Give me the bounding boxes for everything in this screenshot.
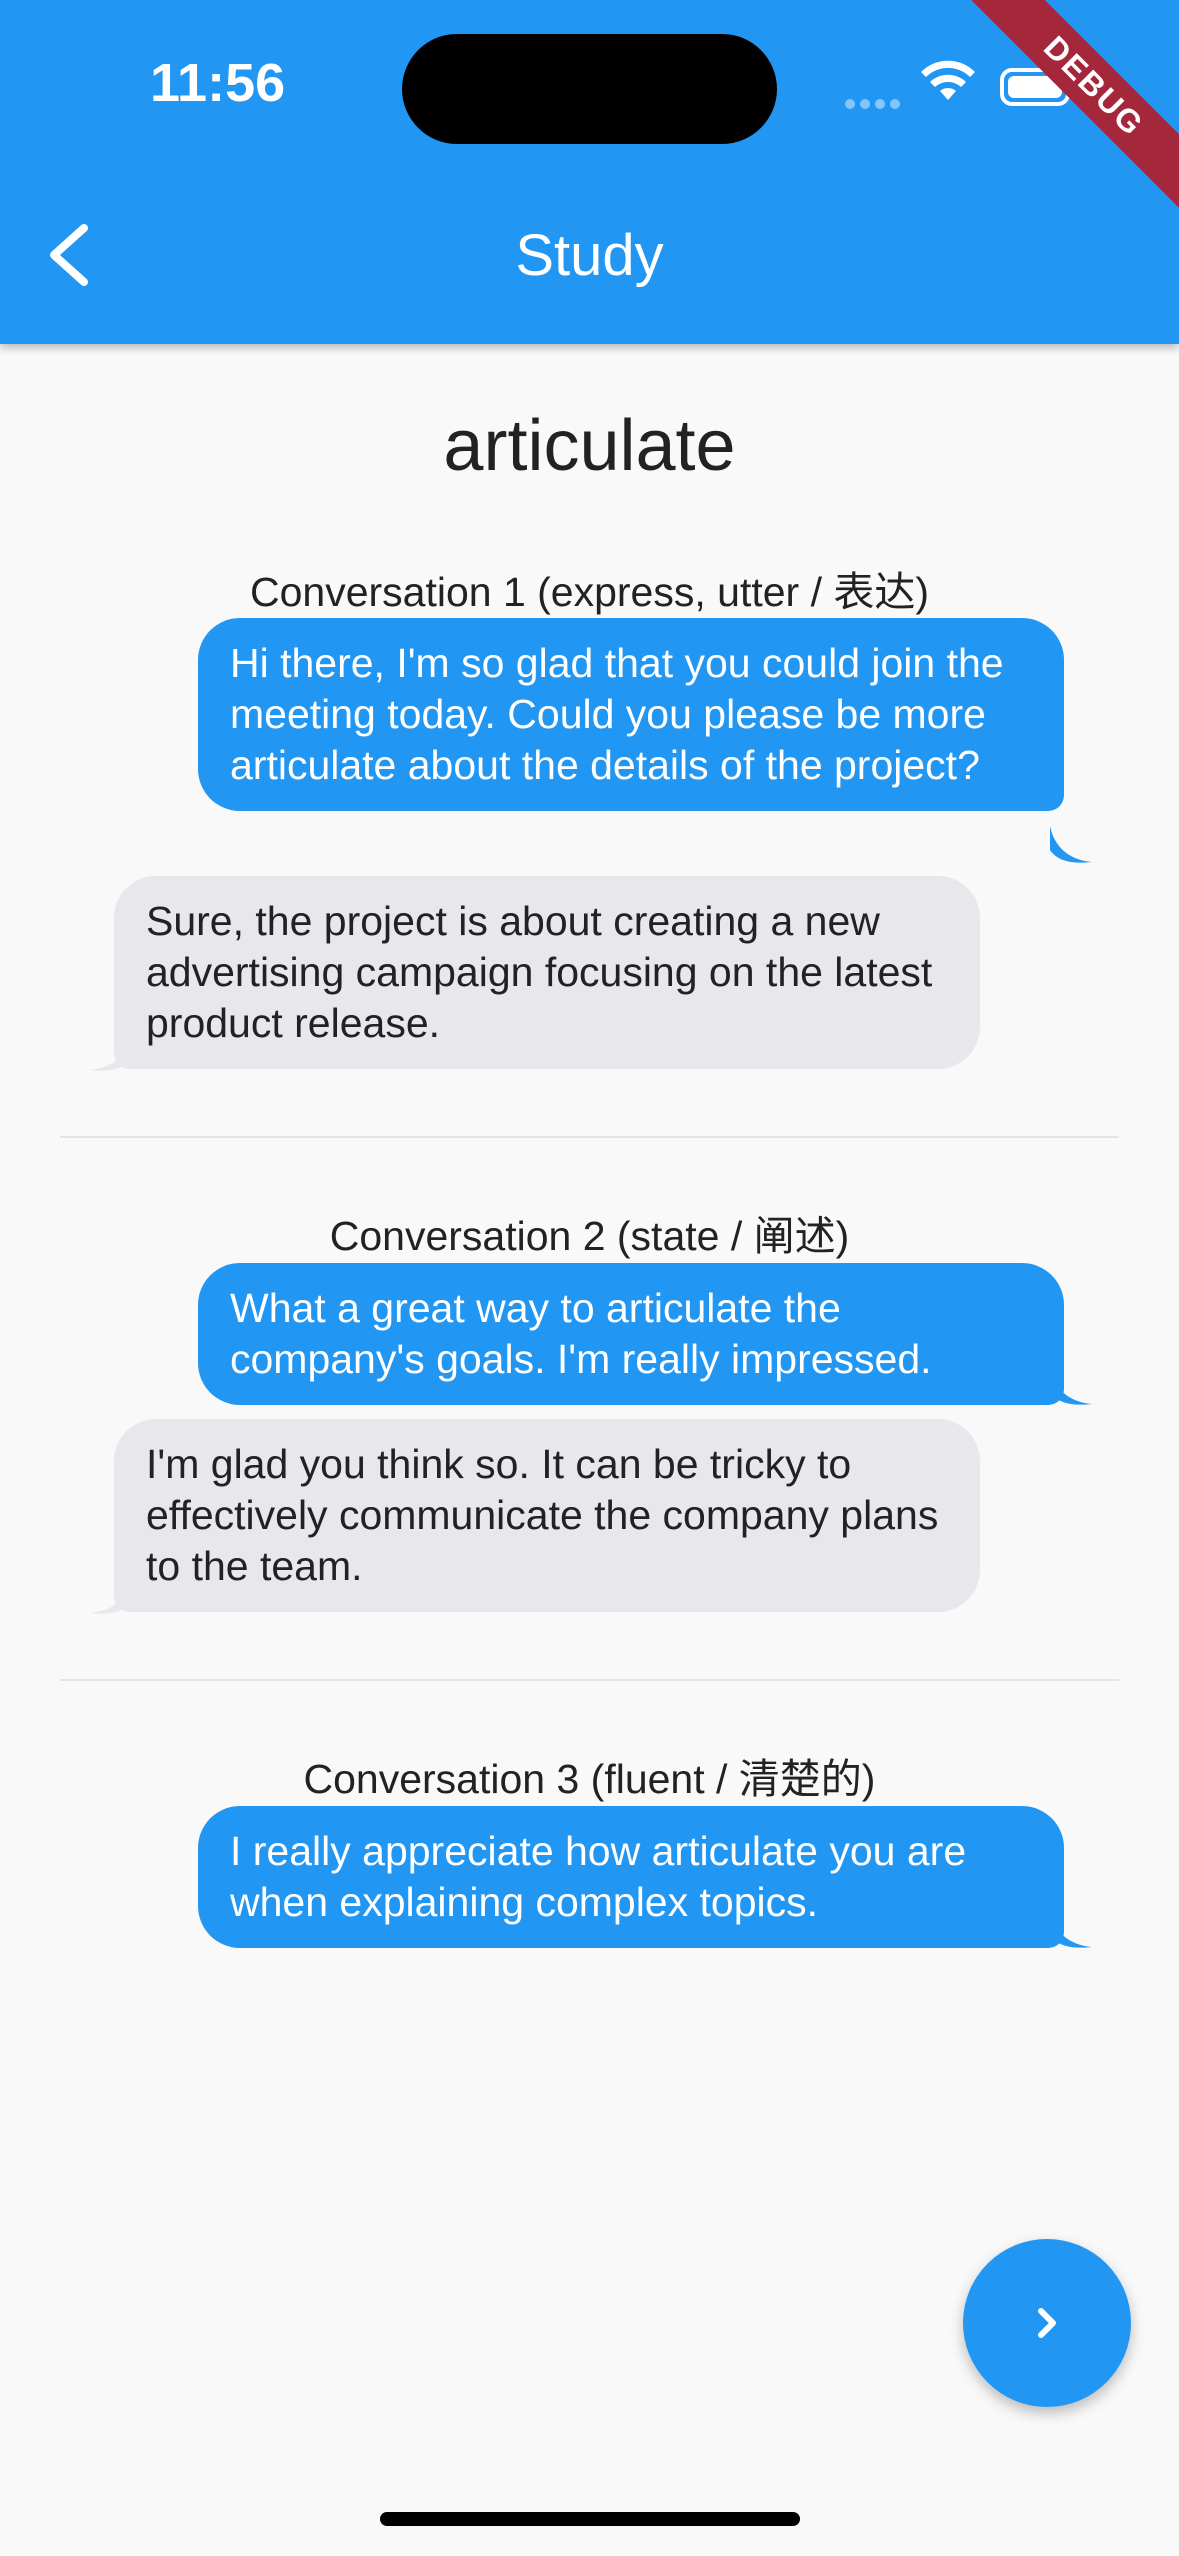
conversation-heading: Conversation 2 (state / 阐述) xyxy=(329,1213,850,1259)
next-button[interactable] xyxy=(963,2239,1131,2407)
outgoing-bubble-tail xyxy=(1050,826,1092,863)
home-indicator xyxy=(380,2512,800,2526)
outgoing-message: I really appreciate how articulate you a… xyxy=(198,1806,1064,1948)
divider xyxy=(60,1679,1119,1681)
page-title: Study xyxy=(515,223,664,288)
conversation-heading: Conversation 1 (express, utter / 表达) xyxy=(249,569,930,615)
status-time: 11:56 xyxy=(150,53,286,113)
study-word: articulate xyxy=(443,406,736,486)
incoming-message: I'm glad you think so. It can be tricky … xyxy=(114,1419,980,1612)
debug-banner: DEBUG xyxy=(966,0,1179,214)
wifi-icon xyxy=(921,60,975,100)
app-bar: 11:56 DEBUG Study xyxy=(0,0,1179,344)
outgoing-bubble-tail xyxy=(1050,1911,1092,1948)
outgoing-message: Hi there, I'm so glad that you could joi… xyxy=(198,618,1064,811)
conversation-heading: Conversation 3 (fluent / 清楚的) xyxy=(303,1756,876,1802)
outgoing-bubble-tail xyxy=(1050,1368,1092,1405)
divider xyxy=(60,1136,1119,1138)
cellular-signal-icon xyxy=(845,96,905,114)
incoming-bubble-tail xyxy=(90,1577,132,1614)
dynamic-island xyxy=(402,34,777,144)
incoming-message: Sure, the project is about creating a ne… xyxy=(114,876,980,1069)
chevron-right-icon xyxy=(1038,2308,1056,2338)
incoming-bubble-tail xyxy=(90,1034,132,1071)
outgoing-message: What a great way to articulate the compa… xyxy=(198,1263,1064,1405)
